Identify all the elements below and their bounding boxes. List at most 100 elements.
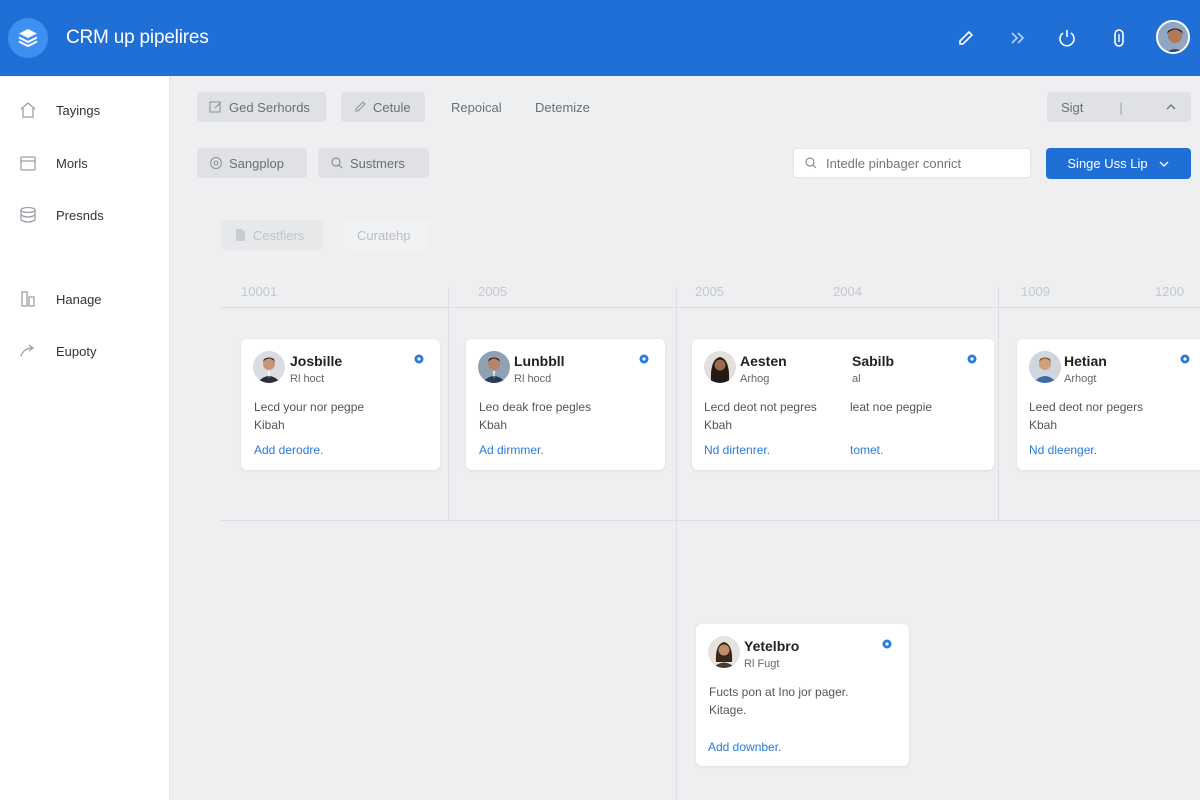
grid-line <box>998 287 999 520</box>
sidebar-item-hanage[interactable]: Hanage <box>18 287 102 311</box>
ged-serhords-button[interactable]: Ged Serhords <box>197 92 326 122</box>
user-avatar[interactable] <box>1156 20 1190 54</box>
card-description: Lecd deot not pegres Kbah <box>704 398 817 434</box>
grid-line <box>448 287 449 520</box>
grid-line <box>220 307 1200 308</box>
contact-role: al <box>852 373 861 385</box>
button-label: Cestfiers <box>253 227 305 243</box>
chevrons-icon[interactable] <box>1005 26 1029 50</box>
contact-name: Lunbbll <box>514 353 565 369</box>
avatar <box>253 351 285 383</box>
column-label: 10001 <box>241 284 278 299</box>
lead-card[interactable]: Hetian Arhogt Leed deot nor pegers Kbah N… <box>1017 339 1200 470</box>
grid-line <box>676 287 677 800</box>
button-label: Curatehp <box>357 227 411 243</box>
stack-icon <box>20 206 36 223</box>
desc-line: Leo deak froe pegles <box>479 400 592 414</box>
desc-line: Leed deot nor pegers <box>1029 400 1144 414</box>
gear-icon[interactable] <box>638 353 650 365</box>
sangplop-button[interactable]: Sangplop <box>197 148 307 178</box>
button-label: Sangplop <box>229 155 284 171</box>
card-link[interactable]: Nd dleenger. <box>1029 443 1097 457</box>
sidebar-item-label: Hanage <box>56 291 102 307</box>
sustmers-button[interactable]: Sustmers <box>318 148 429 178</box>
lead-card[interactable]: Yetelbro Rl Fugt Fucts pon at Ino jor pa… <box>696 624 909 766</box>
button-label: Ged Serhords <box>229 99 310 115</box>
chevron-up-icon <box>1166 104 1176 110</box>
app-header: CRM up pipelires <box>0 0 1200 76</box>
divider: | <box>1119 99 1123 115</box>
sidebar-item-label: Eupoty <box>56 343 97 359</box>
pencil-icon[interactable] <box>954 26 978 50</box>
avatar <box>708 636 740 668</box>
card-description: leat noe pegpie <box>850 400 933 414</box>
calendar-icon <box>20 156 36 171</box>
sidebar-item-presnds[interactable]: Presnds <box>18 203 104 227</box>
gear-icon[interactable] <box>1179 353 1191 365</box>
search-input[interactable] <box>826 155 1016 171</box>
column-label: 1200 <box>1155 284 1184 299</box>
sidebar-item-label: Morls <box>56 155 88 171</box>
gear-icon[interactable] <box>881 638 893 650</box>
contact-name: Yetelbro <box>744 638 800 654</box>
avatar <box>704 351 736 383</box>
card-link[interactable]: tomet. <box>850 443 883 457</box>
curatehp-button[interactable]: Curatehp <box>345 220 429 250</box>
tab-repoical[interactable]: Repoical <box>451 100 502 115</box>
button-label: Singe Uss Lip <box>1067 156 1148 171</box>
gear-icon[interactable] <box>966 353 978 365</box>
contact-name: Sabilb <box>852 353 895 369</box>
clip-icon[interactable] <box>1107 26 1131 50</box>
lead-card[interactable]: Aesten Arhog Sabilb al Lecd deot not peg… <box>692 339 994 470</box>
contact-role: Rl hoct <box>290 373 325 385</box>
cestfiers-button[interactable]: Cestfiers <box>221 220 323 250</box>
card-link[interactable]: Ad dirmmer. <box>479 443 544 457</box>
lead-card[interactable]: Josbille Rl hoct Lecd your nor pegpe Kiba… <box>241 339 440 470</box>
lead-card[interactable]: Lunbbll Rl hocd Leo deak froe pegles Kbah… <box>466 339 665 470</box>
sidebar-item-tayings[interactable]: Tayings <box>18 98 100 122</box>
card-link[interactable]: Nd dirtenrer. <box>704 443 770 457</box>
desc-line: Lecd your nor pegpe <box>254 400 365 414</box>
card-link[interactable]: Add downber. <box>708 740 781 754</box>
contact-name: Aesten <box>740 353 787 369</box>
desc-line: Kbah <box>479 418 508 432</box>
power-icon[interactable] <box>1055 26 1079 50</box>
logo-icon[interactable] <box>8 18 48 58</box>
button-label: Sustmers <box>350 155 405 171</box>
card-description: Lecd your nor pegpe Kibah <box>254 398 364 434</box>
column-label: 2004 <box>833 284 862 299</box>
contact-name: Josbille <box>290 353 343 369</box>
sidebar-item-label: Tayings <box>56 102 101 118</box>
avatar <box>478 351 510 383</box>
card-description: Leo deak froe pegles Kbah <box>479 398 591 434</box>
singe-uss-lip-button[interactable]: Singe Uss Lip <box>1046 148 1191 179</box>
search-box[interactable] <box>793 148 1031 178</box>
desc-line: Fucts pon at Ino jor pager. <box>709 685 849 699</box>
sign-dropdown[interactable]: Sigt | <box>1047 92 1191 122</box>
card-description: Leed deot nor pegers Kbah <box>1029 398 1143 434</box>
search-icon <box>331 157 343 169</box>
share-icon <box>20 344 35 357</box>
card-description: Fucts pon at Ino jor pager. Kitage. <box>709 683 848 719</box>
desc-line: Lecd deot not pegres <box>704 400 817 414</box>
contact-role: Rl hocd <box>514 373 552 385</box>
sidebar-item-eupoty[interactable]: Eupoty <box>18 339 96 363</box>
tab-detemize[interactable]: Detemize <box>535 100 590 115</box>
circle-icon <box>210 157 222 169</box>
column-label: 2005 <box>478 284 507 299</box>
grid-line <box>220 520 1200 521</box>
edit-icon <box>209 101 222 113</box>
search-icon <box>805 157 817 169</box>
chevron-down-icon <box>1159 161 1169 167</box>
cetule-button[interactable]: Cetule <box>341 92 425 122</box>
gear-icon[interactable] <box>413 353 425 365</box>
card-link[interactable]: Add derodre. <box>254 443 323 457</box>
sign-label: Sigt <box>1061 99 1084 115</box>
contact-name: Hetian <box>1064 353 1107 369</box>
column-label: 2005 <box>695 284 724 299</box>
desc-line: Kitage. <box>709 703 747 717</box>
contact-role: Arhogt <box>1064 373 1097 385</box>
building-icon <box>21 291 35 307</box>
sidebar-item-morls[interactable]: Morls <box>18 151 88 175</box>
contact-role: Rl Fugt <box>744 658 780 670</box>
